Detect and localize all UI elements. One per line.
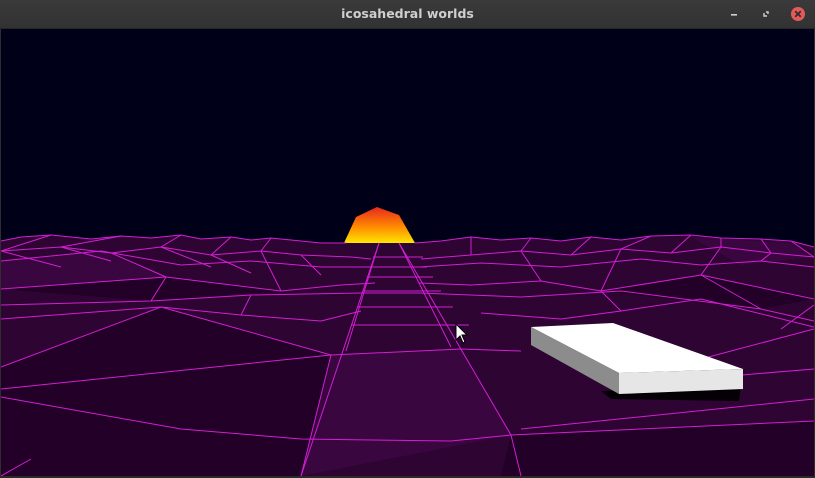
close-icon (790, 6, 806, 22)
minimize-icon (729, 9, 739, 19)
app-window: icosahedral worlds (0, 0, 815, 478)
window-title: icosahedral worlds (341, 6, 474, 21)
game-scene (1, 29, 814, 476)
game-viewport[interactable] (1, 29, 814, 476)
maximize-button[interactable] (758, 6, 774, 22)
minimize-button[interactable] (726, 6, 742, 22)
title-bar[interactable]: icosahedral worlds (0, 0, 815, 29)
close-button[interactable] (790, 6, 806, 22)
restore-icon (761, 9, 771, 19)
